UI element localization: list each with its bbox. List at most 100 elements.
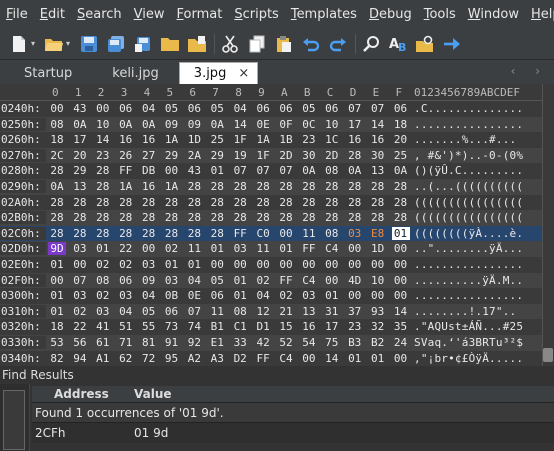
- column-value[interactable]: Value: [128, 386, 172, 402]
- hex-byte[interactable]: 01: [391, 226, 410, 240]
- hex-byte[interactable]: 06: [117, 102, 135, 115]
- hex-byte[interactable]: 0A: [392, 164, 410, 177]
- hex-byte[interactable]: 0E: [254, 118, 272, 131]
- hex-byte[interactable]: 00: [254, 258, 272, 271]
- hex-byte[interactable]: 0A: [71, 118, 89, 131]
- hex-byte[interactable]: 28: [208, 227, 226, 240]
- hex-row[interactable]: 0260h: 18 17 14 16 16 1A 1D 25 1F 1A 1B 23 1C 16 16 20..…: [0, 132, 554, 148]
- ascii-text[interactable]: ((((((((((((((((: [414, 211, 523, 224]
- menu-format[interactable]: Format: [173, 7, 227, 22]
- hex-byte[interactable]: 13: [369, 164, 387, 177]
- hex-byte[interactable]: 00: [94, 102, 112, 115]
- hex-row[interactable]: 0330h: 53 56 61 71 81 91 92 E1 33 42 52 54 75 B3 B2 24 SV…: [0, 335, 554, 351]
- close-icon[interactable]: ×: [238, 66, 249, 81]
- hex-byte[interactable]: 02: [117, 258, 135, 271]
- hex-byte[interactable]: 01: [208, 242, 226, 255]
- hex-byte[interactable]: 29: [208, 149, 226, 162]
- hex-byte[interactable]: 28: [369, 211, 387, 224]
- hex-byte[interactable]: 82: [48, 352, 66, 365]
- ascii-text[interactable]: , #&')*)..-0-(0%: [414, 149, 523, 162]
- hex-byte[interactable]: 12: [254, 305, 272, 318]
- hex-byte[interactable]: 17: [323, 320, 341, 333]
- ascii-text[interactable]: ........!.17"..: [414, 305, 516, 318]
- ascii-text[interactable]: ((((((((((((((((: [414, 196, 523, 209]
- hex-byte[interactable]: 06: [254, 102, 272, 115]
- hex-byte[interactable]: 35: [392, 320, 410, 333]
- hex-byte[interactable]: 28: [323, 196, 341, 209]
- undo-icon[interactable]: [300, 33, 322, 55]
- hex-byte[interactable]: 55: [140, 320, 158, 333]
- hex-editor[interactable]: 0 1 2 3 4 5 6 7 8 9 A B C D E F 0123456789ABCDEF 0240h: 0…: [0, 84, 554, 366]
- find-in-files-icon[interactable]: [414, 33, 436, 55]
- hex-byte[interactable]: 51: [117, 320, 135, 333]
- hex-byte[interactable]: 17: [346, 118, 364, 131]
- hex-byte[interactable]: 28: [117, 227, 135, 240]
- hex-byte[interactable]: 01: [94, 242, 112, 255]
- hex-byte[interactable]: E8: [369, 227, 387, 240]
- tab-3-jpg[interactable]: 3.jpg ×: [178, 62, 259, 84]
- hex-byte[interactable]: 28: [300, 211, 318, 224]
- hex-byte[interactable]: 28: [117, 211, 135, 224]
- hex-byte[interactable]: 28: [94, 180, 112, 193]
- hex-byte[interactable]: 54: [300, 336, 318, 349]
- hex-byte[interactable]: 02: [277, 289, 295, 302]
- hex-byte[interactable]: 00: [392, 352, 410, 365]
- hex-byte[interactable]: 1D: [185, 133, 203, 146]
- hex-byte[interactable]: 16: [300, 320, 318, 333]
- hex-byte[interactable]: 09: [140, 274, 158, 287]
- cut-icon[interactable]: [219, 33, 241, 55]
- hex-byte[interactable]: 01: [48, 258, 66, 271]
- hex-byte[interactable]: 08: [323, 164, 341, 177]
- hex-byte[interactable]: 21: [277, 305, 295, 318]
- hex-byte[interactable]: 01: [231, 289, 249, 302]
- ascii-text[interactable]: .."........ÿÄ...: [414, 242, 523, 255]
- folder-icon[interactable]: [159, 33, 181, 55]
- hex-byte[interactable]: 06: [208, 289, 226, 302]
- hex-byte[interactable]: 20: [392, 133, 410, 146]
- hex-byte[interactable]: 1F: [231, 133, 249, 146]
- menu-tools[interactable]: Tools: [420, 7, 460, 22]
- hex-byte[interactable]: 28: [71, 211, 89, 224]
- hex-byte[interactable]: DB: [140, 164, 158, 177]
- hex-byte[interactable]: 28: [231, 211, 249, 224]
- hex-byte[interactable]: 61: [94, 336, 112, 349]
- hex-byte[interactable]: 1B: [277, 133, 295, 146]
- hex-byte[interactable]: 42: [254, 336, 272, 349]
- ascii-text[interactable]: ................: [414, 118, 523, 131]
- hex-byte[interactable]: 05: [140, 305, 158, 318]
- hex-byte[interactable]: 0A: [208, 118, 226, 131]
- hex-byte[interactable]: B3: [346, 336, 364, 349]
- hex-byte[interactable]: 18: [48, 320, 66, 333]
- hex-byte[interactable]: 08: [94, 274, 112, 287]
- hex-byte[interactable]: 25: [392, 149, 410, 162]
- hex-byte[interactable]: 09: [185, 118, 203, 131]
- hex-byte[interactable]: 0E: [185, 289, 203, 302]
- hex-byte[interactable]: 26: [117, 149, 135, 162]
- hex-byte[interactable]: 28: [369, 180, 387, 193]
- hex-byte[interactable]: 04: [140, 289, 158, 302]
- copy-icon[interactable]: [246, 33, 268, 55]
- hex-byte[interactable]: 93: [369, 305, 387, 318]
- hex-byte[interactable]: 03: [300, 289, 318, 302]
- hex-byte[interactable]: 28: [254, 211, 272, 224]
- hex-byte[interactable]: 06: [277, 102, 295, 115]
- ascii-text[interactable]: ..(...((((((((((: [414, 180, 523, 193]
- menu-file[interactable]: File: [2, 7, 32, 22]
- tab-scroll-arrows[interactable]: ‹ ›: [511, 64, 548, 78]
- hex-byte[interactable]: 11: [208, 305, 226, 318]
- hex-byte[interactable]: 08: [48, 118, 66, 131]
- hex-byte[interactable]: 1F: [254, 149, 272, 162]
- hex-byte[interactable]: 02: [71, 305, 89, 318]
- hex-byte[interactable]: 02: [94, 289, 112, 302]
- hex-byte[interactable]: 91: [163, 336, 181, 349]
- hex-byte[interactable]: E1: [208, 336, 226, 349]
- ascii-text[interactable]: ................: [414, 289, 523, 302]
- hex-byte[interactable]: 28: [48, 164, 66, 177]
- hex-byte[interactable]: 28: [208, 211, 226, 224]
- hex-byte[interactable]: 4D: [346, 274, 364, 287]
- hex-byte[interactable]: 16: [117, 133, 135, 146]
- hex-row[interactable]: 0240h: 00 43 00 06 04 05 06 05 04 06 06 05 06 07 07 06 .C…: [0, 101, 554, 117]
- hex-byte[interactable]: 28: [94, 196, 112, 209]
- hex-byte[interactable]: 28: [392, 211, 410, 224]
- hex-byte[interactable]: 28: [208, 180, 226, 193]
